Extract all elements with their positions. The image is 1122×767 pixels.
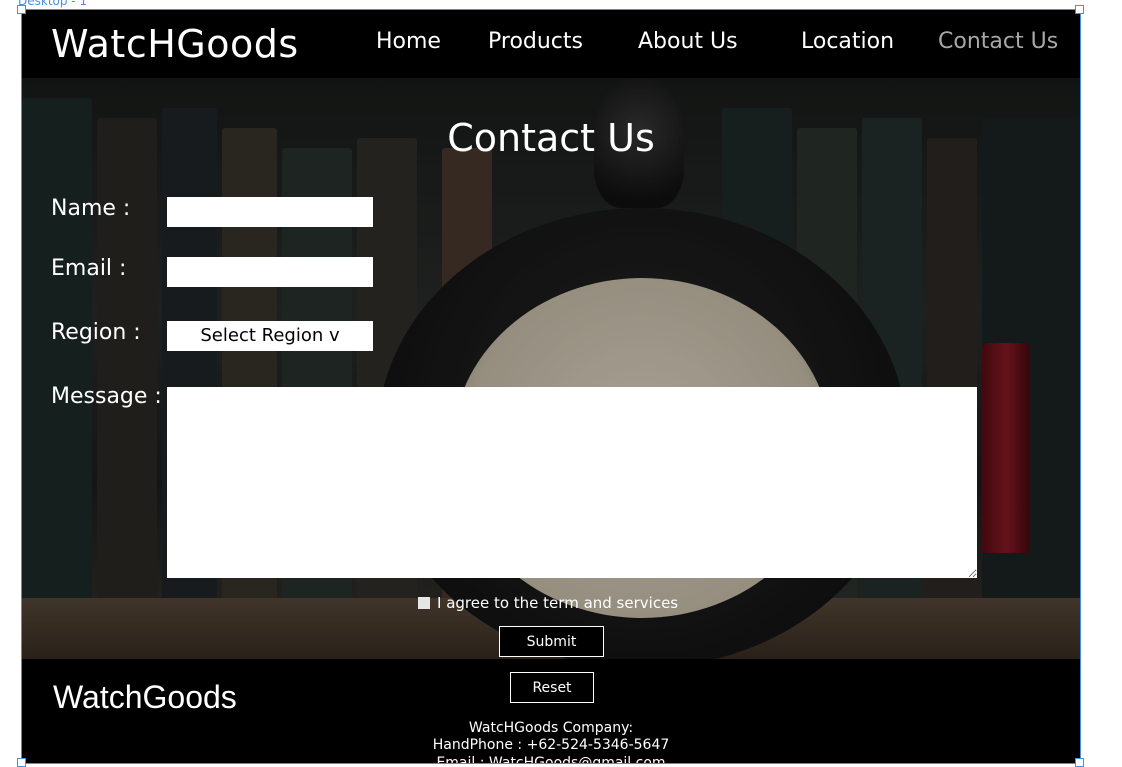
page-title: Contact Us: [447, 116, 655, 160]
footer-email[interactable]: Email : WatcHGoods@gmail.com: [22, 755, 1080, 763]
nav-link-location[interactable]: Location: [801, 29, 894, 54]
site-logo[interactable]: WatcHGoods: [51, 22, 299, 66]
resize-handle[interactable]: [17, 758, 26, 767]
footer-company: WatcHGoods Company:: [468, 720, 634, 736]
agree-row: I agree to the term and services: [418, 594, 678, 612]
resize-handle[interactable]: [17, 5, 26, 14]
region-select[interactable]: Select Region v: [167, 321, 373, 351]
nav-link-home[interactable]: Home: [376, 29, 441, 54]
region-label: Region :: [51, 320, 141, 345]
message-label: Message :: [51, 384, 162, 409]
nav-link-contact-us[interactable]: Contact Us: [938, 29, 1058, 54]
frame-label[interactable]: Desktop - 1: [18, 0, 87, 8]
navbar: WatcHGoods Home Products About Us Locati…: [22, 10, 1080, 78]
design-canvas: Desktop - 1 WatcHGoods Home Products Abo…: [0, 0, 1122, 767]
footer-phone: HandPhone : +62-524-5346-5647: [432, 737, 670, 753]
email-label: Email :: [51, 256, 127, 281]
nav-link-about-us[interactable]: About Us: [638, 29, 738, 54]
message-textarea[interactable]: [167, 387, 977, 578]
desktop-frame: WatcHGoods Home Products About Us Locati…: [21, 9, 1081, 764]
name-label: Name :: [51, 196, 131, 221]
submit-button[interactable]: Submit: [499, 626, 604, 657]
email-input[interactable]: [167, 257, 373, 287]
agree-label: I agree to the term and services: [437, 594, 679, 612]
footer-logo[interactable]: WatchGoods: [53, 679, 237, 716]
resize-handle[interactable]: [1075, 758, 1084, 767]
reset-button[interactable]: Reset: [510, 672, 594, 703]
agree-checkbox[interactable]: [418, 597, 430, 609]
resize-handle[interactable]: [1075, 5, 1084, 14]
name-input[interactable]: [167, 197, 373, 227]
nav-link-products[interactable]: Products: [488, 29, 583, 54]
